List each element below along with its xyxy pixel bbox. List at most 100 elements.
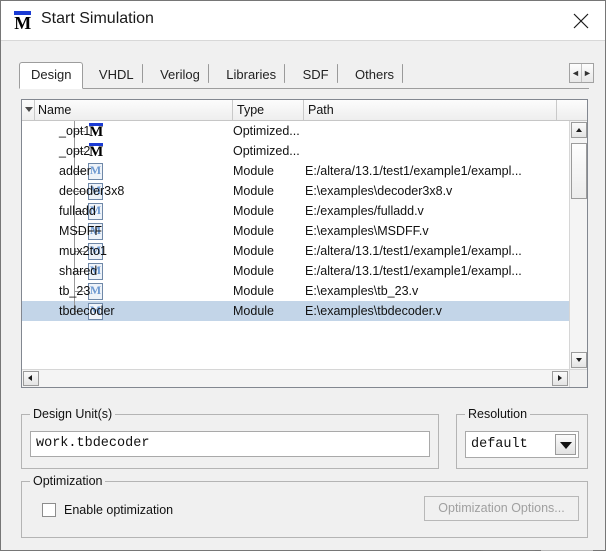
- tab-verilog[interactable]: Verilog: [149, 62, 211, 89]
- enable-optimization-checkbox[interactable]: [42, 503, 56, 517]
- cell-name: adder: [34, 161, 232, 181]
- start-simulation-dialog: M Start Simulation Design VHDL Verilog L…: [0, 0, 606, 551]
- tab-others[interactable]: Others: [344, 62, 405, 89]
- cell-path: [305, 141, 557, 161]
- row-name-label: fulladd: [59, 204, 96, 218]
- optimization-options-button[interactable]: Optimization Options...: [424, 496, 579, 521]
- dialog-body: Design VHDL Verilog Libraries SDF Others…: [1, 41, 605, 551]
- cell-path: E:\examples\tb_23.v: [305, 284, 419, 298]
- title-bar: M Start Simulation: [1, 1, 605, 41]
- row-name-label: adder: [59, 164, 91, 178]
- list-horizontal-scrollbar[interactable]: [22, 369, 569, 387]
- scroll-left-icon[interactable]: [23, 371, 39, 386]
- cell-type: Module: [233, 184, 274, 198]
- tab-vhdl-label: VHDL: [98, 67, 134, 82]
- cell-type: Module: [233, 204, 274, 218]
- optimization-group: Optimization Enable optimization Optimiz…: [21, 474, 588, 538]
- tab-sdf[interactable]: SDF: [292, 62, 340, 89]
- resolution-legend: Resolution: [465, 407, 531, 421]
- tab-vhdl[interactable]: VHDL: [88, 62, 145, 89]
- cell-type: Module: [233, 164, 274, 178]
- cell-name: tb_23: [34, 281, 232, 301]
- cell-path: E:\examples\MSDFF.v: [305, 224, 429, 238]
- tab-bar: Design VHDL Verilog Libraries SDF Others: [19, 62, 405, 89]
- row-name-label: MSDFF: [59, 224, 103, 238]
- resolution-value: default: [471, 437, 528, 452]
- row-name-label: _opt1: [59, 124, 91, 138]
- tab-sdf-label: SDF: [302, 67, 329, 82]
- tab-underline: [19, 88, 589, 89]
- table-row[interactable]: M shared Module E:/altera/13.1/test1/exa…: [22, 261, 569, 281]
- chevron-down-icon[interactable]: [555, 434, 576, 455]
- tab-scroll-right-icon[interactable]: ►: [582, 64, 593, 82]
- column-header-name[interactable]: Name: [34, 100, 233, 120]
- cell-name: shared: [34, 261, 232, 281]
- table-row[interactable]: M _opt1 Optimized...: [22, 121, 569, 141]
- tab-design[interactable]: Design: [19, 62, 84, 89]
- cell-path: E:/altera/13.1/test1/example1/exampl...: [305, 264, 522, 278]
- cell-type: Module: [233, 224, 274, 238]
- modelsim-m-icon: M: [14, 11, 31, 33]
- column-header-type[interactable]: Type: [233, 100, 304, 120]
- cell-name: fulladd: [34, 201, 232, 221]
- table-row[interactable]: M tb_23 Module E:\examples\tb_23.v: [22, 281, 569, 301]
- cell-name: tbdecoder: [34, 301, 232, 321]
- cell-path: E:/altera/13.1/test1/example1/exampl...: [305, 244, 522, 258]
- resolution-dropdown[interactable]: default: [465, 431, 579, 458]
- tab-scroll-buttons: ◄ ►: [569, 63, 594, 83]
- scroll-up-icon[interactable]: [571, 122, 587, 138]
- row-name-label: tb_23: [59, 284, 91, 298]
- enable-optimization-label: Enable optimization: [64, 503, 174, 517]
- table-row[interactable]: M _opt2 Optimized...: [22, 141, 569, 161]
- design-units-legend: Design Unit(s): [30, 407, 116, 421]
- row-name-label: tbdecoder: [59, 304, 115, 318]
- cell-path: E:\examples\decoder3x8.v: [305, 184, 453, 198]
- row-name-label: decoder3x8: [59, 184, 125, 198]
- design-units-list: Name Type Path M _opt1 Optimized... M _o…: [21, 99, 588, 388]
- list-vertical-scrollbar[interactable]: [569, 121, 587, 369]
- optimization-legend: Optimization: [30, 474, 106, 488]
- row-name-label: shared: [59, 264, 98, 278]
- cell-path: E:/altera/13.1/test1/example1/exampl...: [305, 164, 522, 178]
- tab-design-label: Design: [31, 67, 72, 82]
- cell-type: Module: [233, 304, 274, 318]
- design-units-group: Design Unit(s) work.tbdecoder: [21, 407, 439, 469]
- design-unit-input[interactable]: work.tbdecoder: [30, 431, 430, 457]
- vertical-scroll-thumb[interactable]: [571, 143, 587, 199]
- cell-name: MSDFF: [34, 221, 232, 241]
- tab-libraries-label: Libraries: [226, 67, 277, 82]
- row-name-label: _opt2: [59, 144, 91, 158]
- scroll-right-icon[interactable]: [552, 371, 568, 386]
- column-header-extra[interactable]: [557, 100, 569, 120]
- cell-path: E:/examples/fulladd.v: [305, 204, 424, 218]
- tab-others-label: Others: [355, 67, 395, 82]
- scroll-down-icon[interactable]: [571, 352, 587, 368]
- tab-scroll-left-icon[interactable]: ◄: [570, 64, 582, 82]
- scrollbar-corner: [569, 369, 587, 387]
- cell-name: _opt1: [34, 121, 232, 141]
- cell-type: Module: [233, 264, 274, 278]
- close-icon[interactable]: [559, 1, 605, 39]
- cell-type: Module: [233, 244, 274, 258]
- table-row-selected[interactable]: M tbdecoder Module E:\examples\tbdecoder…: [22, 301, 569, 321]
- table-row[interactable]: M fulladd Module E:/examples/fulladd.v: [22, 201, 569, 221]
- cell-path: E:\examples\tbdecoder.v: [305, 304, 442, 318]
- cell-type: Optimized...: [233, 144, 300, 158]
- table-row[interactable]: M decoder3x8 Module E:\examples\decoder3…: [22, 181, 569, 201]
- table-row[interactable]: M adder Module E:/altera/13.1/test1/exam…: [22, 161, 569, 181]
- table-row[interactable]: M mux2to1 Module E:/altera/13.1/test1/ex…: [22, 241, 569, 261]
- page-title: Start Simulation: [41, 10, 154, 27]
- cell-name: _opt2: [34, 141, 232, 161]
- tab-libraries[interactable]: Libraries: [215, 62, 287, 89]
- list-rows: M _opt1 Optimized... M _opt2 Optimized..…: [22, 121, 569, 369]
- list-header: Name Type Path: [22, 100, 587, 121]
- resolution-group: Resolution default: [456, 407, 588, 469]
- column-header-path[interactable]: Path: [304, 100, 557, 120]
- tab-verilog-label: Verilog: [160, 67, 200, 82]
- cell-name: mux2to1: [34, 241, 232, 261]
- row-name-label: mux2to1: [59, 244, 107, 258]
- cell-type: Optimized...: [233, 124, 300, 138]
- cell-name: decoder3x8: [34, 181, 232, 201]
- cell-path: [305, 121, 557, 141]
- table-row[interactable]: M MSDFF Module E:\examples\MSDFF.v: [22, 221, 569, 241]
